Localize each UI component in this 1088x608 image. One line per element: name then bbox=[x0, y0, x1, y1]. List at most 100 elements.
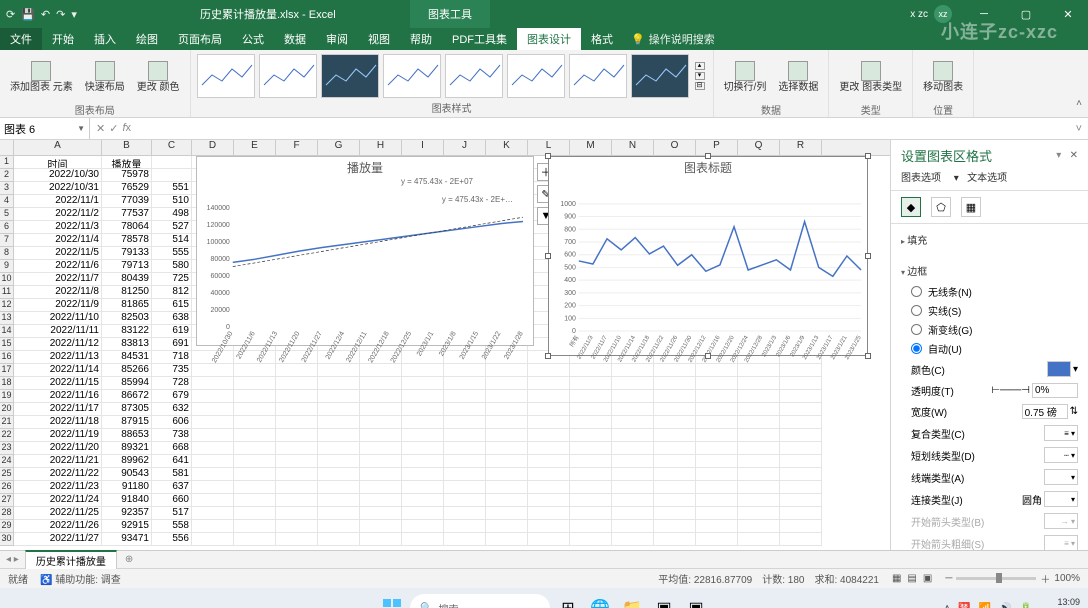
cell[interactable] bbox=[234, 507, 276, 520]
col-header[interactable]: B bbox=[102, 140, 152, 155]
cell[interactable] bbox=[528, 468, 570, 481]
tell-me[interactable]: 💡 操作说明搜索 bbox=[623, 28, 723, 50]
cell[interactable] bbox=[486, 429, 528, 442]
row-header[interactable]: 20 bbox=[0, 403, 14, 416]
switch-row-col-button[interactable]: 切换行/列 bbox=[720, 52, 771, 102]
cell[interactable]: 812 bbox=[152, 286, 192, 299]
cell[interactable]: 89321 bbox=[102, 442, 152, 455]
cell[interactable] bbox=[612, 429, 654, 442]
cell[interactable] bbox=[234, 416, 276, 429]
cell[interactable] bbox=[528, 416, 570, 429]
tab-file[interactable]: 文件 bbox=[0, 28, 42, 50]
row-header[interactable]: 27 bbox=[0, 494, 14, 507]
cell[interactable] bbox=[528, 390, 570, 403]
cell[interactable]: 88653 bbox=[102, 429, 152, 442]
cell[interactable]: 2022/11/3 bbox=[14, 221, 102, 234]
chart-style-thumb[interactable] bbox=[321, 54, 379, 98]
cell[interactable] bbox=[444, 442, 486, 455]
cell[interactable] bbox=[234, 429, 276, 442]
cell[interactable] bbox=[402, 403, 444, 416]
enter-icon[interactable]: ✓ bbox=[109, 122, 118, 135]
cell[interactable] bbox=[738, 416, 780, 429]
pane-tab-chart-options[interactable]: 图表选项 bbox=[901, 173, 941, 184]
cell[interactable]: 2022/11/24 bbox=[14, 494, 102, 507]
cell[interactable] bbox=[738, 507, 780, 520]
cell[interactable] bbox=[360, 507, 402, 520]
cell[interactable] bbox=[276, 377, 318, 390]
cell[interactable]: 2022/11/21 bbox=[14, 455, 102, 468]
border-gradient-radio[interactable] bbox=[911, 324, 922, 335]
add-chart-element-button[interactable]: 添加图表 元素 bbox=[6, 52, 77, 102]
accessibility-status[interactable]: ♿ 辅助功能: 调查 bbox=[40, 571, 121, 586]
cap-type-dd[interactable]: ▾ bbox=[1044, 469, 1078, 485]
cell[interactable]: 82503 bbox=[102, 312, 152, 325]
cell[interactable] bbox=[696, 507, 738, 520]
cell[interactable] bbox=[654, 494, 696, 507]
cell[interactable] bbox=[696, 403, 738, 416]
cell[interactable] bbox=[360, 494, 402, 507]
row-header[interactable]: 8 bbox=[0, 247, 14, 260]
cell[interactable] bbox=[318, 429, 360, 442]
tab-格式[interactable]: 格式 bbox=[581, 28, 623, 50]
cell[interactable]: 498 bbox=[152, 208, 192, 221]
cell[interactable] bbox=[402, 481, 444, 494]
cell[interactable] bbox=[780, 429, 822, 442]
cell[interactable]: 2022/11/9 bbox=[14, 299, 102, 312]
chart-styles-gallery-more[interactable]: ▴▾⊟ bbox=[693, 62, 707, 90]
cell[interactable] bbox=[318, 494, 360, 507]
cell[interactable]: 619 bbox=[152, 325, 192, 338]
cell[interactable]: 738 bbox=[152, 429, 192, 442]
cell[interactable]: 660 bbox=[152, 494, 192, 507]
cell[interactable] bbox=[570, 429, 612, 442]
cell[interactable]: 2022/11/25 bbox=[14, 507, 102, 520]
cell[interactable] bbox=[444, 390, 486, 403]
explorer-icon[interactable]: 📁 bbox=[618, 594, 646, 608]
row-header[interactable]: 17 bbox=[0, 364, 14, 377]
cell[interactable] bbox=[444, 377, 486, 390]
cell[interactable] bbox=[486, 468, 528, 481]
tab-开始[interactable]: 开始 bbox=[42, 28, 84, 50]
cell[interactable]: 2022/11/17 bbox=[14, 403, 102, 416]
cell[interactable] bbox=[192, 494, 234, 507]
cell[interactable] bbox=[780, 403, 822, 416]
cell[interactable]: 2022/11/8 bbox=[14, 286, 102, 299]
cell[interactable]: 2022/10/30 bbox=[14, 169, 102, 182]
cell[interactable]: 2022/11/7 bbox=[14, 273, 102, 286]
pane-tab-text-options[interactable]: 文本选项 bbox=[967, 173, 1007, 184]
col-header[interactable]: D bbox=[192, 140, 234, 155]
cell[interactable] bbox=[570, 481, 612, 494]
cell[interactable]: 728 bbox=[152, 377, 192, 390]
cell[interactable]: 75978 bbox=[102, 169, 152, 182]
cell[interactable] bbox=[402, 416, 444, 429]
chart-style-thumb[interactable] bbox=[507, 54, 565, 98]
border-solid-radio[interactable] bbox=[911, 305, 922, 316]
cell[interactable]: 80439 bbox=[102, 273, 152, 286]
name-box[interactable]: 图表 6 ▼ bbox=[0, 118, 90, 139]
col-header[interactable]: C bbox=[152, 140, 192, 155]
chart-style-thumb[interactable] bbox=[383, 54, 441, 98]
width-input[interactable] bbox=[1022, 404, 1068, 419]
system-tray[interactable]: ˄ 🈲 📶 🔊 🔋 13:092023/1/28 bbox=[944, 597, 1080, 608]
col-header[interactable]: G bbox=[318, 140, 360, 155]
cell[interactable]: 581 bbox=[152, 468, 192, 481]
cell[interactable] bbox=[192, 520, 234, 533]
cell[interactable]: 2022/11/22 bbox=[14, 468, 102, 481]
row-header[interactable]: 13 bbox=[0, 312, 14, 325]
change-chart-type-button[interactable]: 更改 图表类型 bbox=[835, 52, 906, 102]
cell[interactable] bbox=[696, 468, 738, 481]
battery-icon[interactable]: 🔋 bbox=[1020, 603, 1032, 608]
zoom-control[interactable]: ─＋ 100% bbox=[945, 571, 1080, 586]
cell[interactable] bbox=[612, 455, 654, 468]
cell[interactable] bbox=[444, 455, 486, 468]
col-header[interactable]: Q bbox=[738, 140, 780, 155]
cell[interactable] bbox=[696, 442, 738, 455]
row-header[interactable]: 21 bbox=[0, 416, 14, 429]
cell[interactable] bbox=[152, 169, 192, 182]
cell[interactable]: 691 bbox=[152, 338, 192, 351]
cell[interactable]: 2022/11/15 bbox=[14, 377, 102, 390]
chevron-down-icon[interactable]: ▼ bbox=[77, 124, 85, 133]
cell[interactable] bbox=[360, 429, 402, 442]
cell[interactable] bbox=[402, 494, 444, 507]
cell[interactable] bbox=[570, 468, 612, 481]
cell[interactable] bbox=[234, 455, 276, 468]
